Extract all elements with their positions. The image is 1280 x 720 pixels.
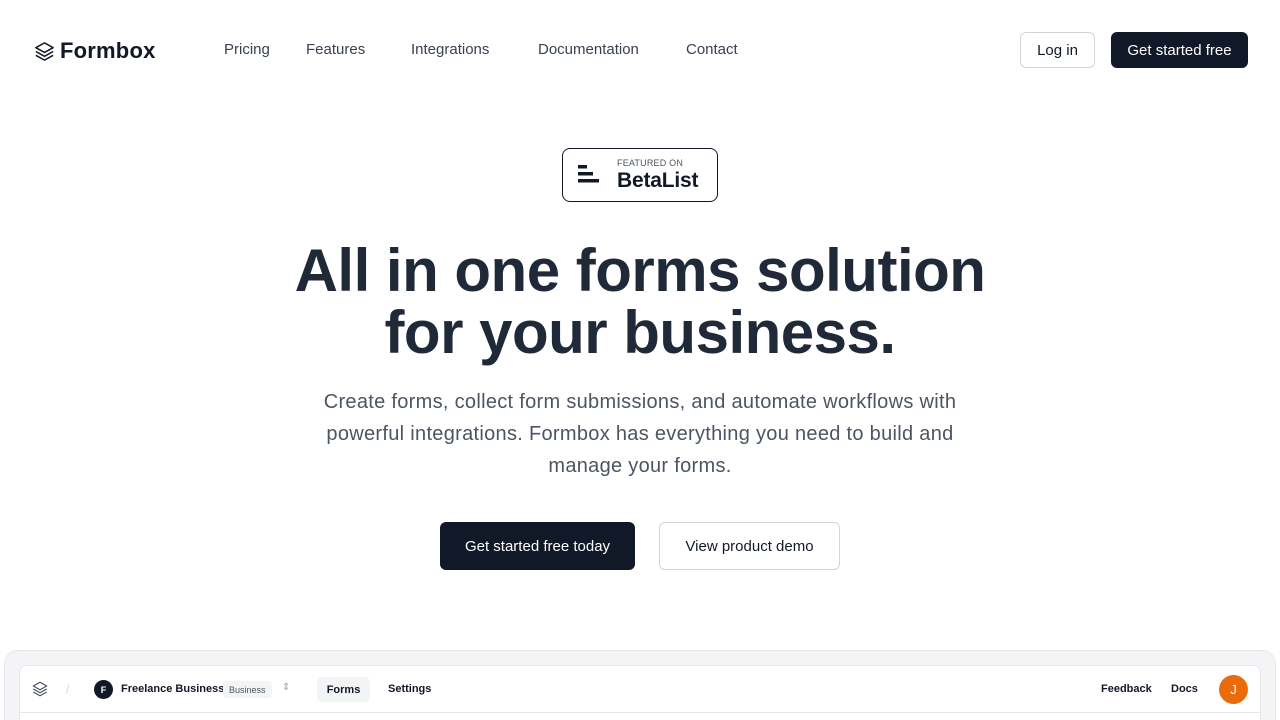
nav-link-documentation[interactable]: Documentation — [538, 41, 639, 58]
get-started-free-today-button[interactable]: Get started free today — [440, 522, 635, 570]
preview-stack-layers-icon[interactable] — [31, 680, 49, 698]
chevron-up-down-icon[interactable]: ⇕ — [282, 682, 290, 693]
preview-breadcrumb-separator: / — [66, 682, 70, 696]
preview-user-avatar[interactable]: J — [1219, 675, 1248, 704]
brand-name: Formbox — [60, 38, 156, 63]
hero-title-line-2: for your business. — [384, 299, 896, 366]
badge-text: FEATURED ON BetaList — [617, 158, 699, 192]
hero-subtitle: Create forms, collect form submissions, … — [323, 391, 957, 477]
preview-plan-badge: Business — [223, 681, 272, 698]
betalist-badge[interactable]: FEATURED ON BetaList — [562, 148, 718, 202]
get-started-button[interactable]: Get started free — [1111, 32, 1248, 68]
betalist-icon — [578, 165, 599, 183]
preview-header-divider — [20, 712, 1260, 713]
preview-workspace-avatar[interactable]: F — [94, 680, 113, 699]
hero-title-line-1: All in one forms solution — [294, 237, 986, 304]
badge-featured-label: FEATURED ON — [617, 158, 684, 168]
preview-tab-forms[interactable]: Forms — [317, 677, 370, 702]
preview-feedback-link[interactable]: Feedback — [1101, 683, 1152, 695]
brand-logo[interactable]: Formbox — [33, 38, 156, 64]
preview-workspace-name[interactable]: Freelance Business — [121, 683, 224, 695]
nav-link-features[interactable]: Features — [306, 41, 365, 58]
badge-brand-label: BetaList — [617, 169, 699, 192]
nav-link-integrations[interactable]: Integrations — [411, 41, 489, 58]
hero-title: All in one forms solution for your busin… — [240, 240, 1040, 364]
top-navbar: Formbox Pricing Features Integrations Do… — [0, 0, 1280, 100]
login-button[interactable]: Log in — [1020, 32, 1095, 68]
stack-layers-icon — [35, 41, 54, 61]
view-product-demo-button[interactable]: View product demo — [659, 522, 840, 570]
preview-docs-link[interactable]: Docs — [1171, 683, 1198, 695]
preview-tab-settings[interactable]: Settings — [388, 683, 431, 695]
nav-link-pricing[interactable]: Pricing — [224, 41, 270, 58]
nav-link-contact[interactable]: Contact — [686, 41, 738, 58]
